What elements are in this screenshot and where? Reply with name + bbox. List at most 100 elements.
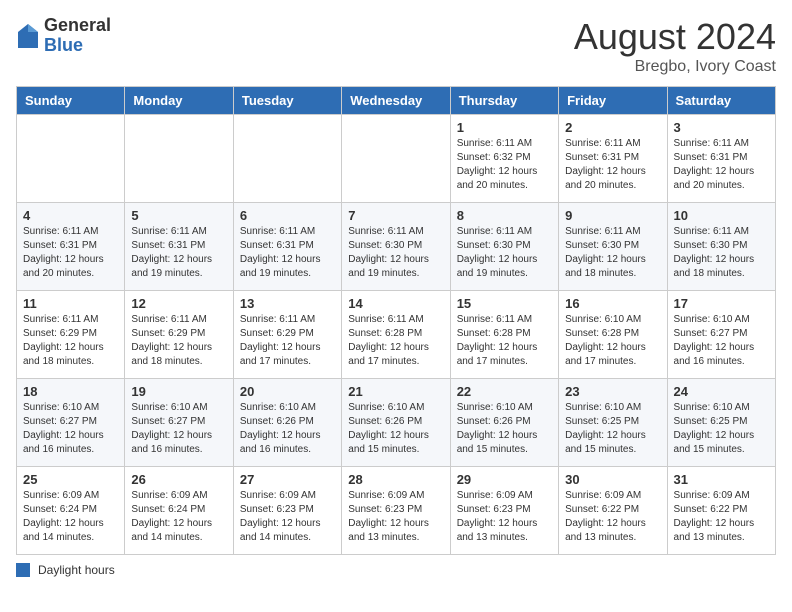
logo-text: General Blue (44, 16, 111, 56)
day-detail: Sunrise: 6:11 AM Sunset: 6:29 PM Dayligh… (23, 313, 118, 369)
calendar-header-row: SundayMondayTuesdayWednesdayThursdayFrid… (17, 87, 776, 115)
day-detail: Sunrise: 6:10 AM Sunset: 6:27 PM Dayligh… (23, 401, 118, 457)
day-number: 17 (674, 296, 769, 311)
table-row: 3 Sunrise: 6:11 AM Sunset: 6:31 PM Daylig… (667, 115, 775, 203)
logo-blue-text: Blue (44, 36, 111, 56)
table-row: 4 Sunrise: 6:11 AM Sunset: 6:31 PM Daylig… (17, 203, 125, 291)
location-subtitle: Bregbo, Ivory Coast (574, 58, 776, 76)
table-row: 30 Sunrise: 6:09 AM Sunset: 6:22 PM Dayli… (559, 467, 667, 555)
day-number: 12 (131, 296, 226, 311)
day-number: 31 (674, 472, 769, 487)
logo: General Blue (16, 16, 111, 56)
logo-general-text: General (44, 16, 111, 36)
day-detail: Sunrise: 6:10 AM Sunset: 6:26 PM Dayligh… (348, 401, 443, 457)
calendar-week-row: 4 Sunrise: 6:11 AM Sunset: 6:31 PM Daylig… (17, 203, 776, 291)
day-number: 24 (674, 384, 769, 399)
table-row: 12 Sunrise: 6:11 AM Sunset: 6:29 PM Dayli… (125, 291, 233, 379)
day-number: 10 (674, 208, 769, 223)
calendar-day-header: Monday (125, 87, 233, 115)
table-row: 14Sunrise: 6:11 AM Sunset: 6:28 PM Dayli… (342, 291, 450, 379)
day-number: 7 (348, 208, 443, 223)
day-detail: Sunrise: 6:11 AM Sunset: 6:31 PM Dayligh… (23, 225, 118, 281)
calendar-day-header: Tuesday (233, 87, 341, 115)
day-number: 15 (457, 296, 552, 311)
day-detail: Sunrise: 6:10 AM Sunset: 6:26 PM Dayligh… (457, 401, 552, 457)
day-detail: Sunrise: 6:11 AM Sunset: 6:28 PM Dayligh… (348, 313, 443, 369)
day-detail: Sunrise: 6:09 AM Sunset: 6:23 PM Dayligh… (348, 489, 443, 545)
day-number: 4 (23, 208, 118, 223)
day-number: 16 (565, 296, 660, 311)
day-number: 19 (131, 384, 226, 399)
page-header: General Blue August 2024 Bregbo, Ivory C… (16, 16, 776, 76)
day-number: 27 (240, 472, 335, 487)
calendar-day-header: Saturday (667, 87, 775, 115)
day-number: 11 (23, 296, 118, 311)
calendar-week-row: 25 Sunrise: 6:09 AM Sunset: 6:24 PM Dayli… (17, 467, 776, 555)
day-detail: Sunrise: 6:11 AM Sunset: 6:30 PM Dayligh… (674, 225, 769, 281)
table-row: 1 Sunrise: 6:11 AM Sunset: 6:32 PM Daylig… (450, 115, 558, 203)
table-row: 9 Sunrise: 6:11 AM Sunset: 6:30 PM Daylig… (559, 203, 667, 291)
day-detail: Sunrise: 6:11 AM Sunset: 6:28 PM Dayligh… (457, 313, 552, 369)
day-number: 22 (457, 384, 552, 399)
day-detail: Sunrise: 6:09 AM Sunset: 6:23 PM Dayligh… (457, 489, 552, 545)
day-number: 6 (240, 208, 335, 223)
table-row: 21 Sunrise: 6:10 AM Sunset: 6:26 PM Dayli… (342, 379, 450, 467)
table-row: 26Sunrise: 6:09 AM Sunset: 6:24 PM Dayli… (125, 467, 233, 555)
day-number: 8 (457, 208, 552, 223)
day-detail: Sunrise: 6:11 AM Sunset: 6:31 PM Dayligh… (131, 225, 226, 281)
day-detail: Sunrise: 6:09 AM Sunset: 6:22 PM Dayligh… (674, 489, 769, 545)
table-row: 16 Sunrise: 6:10 AM Sunset: 6:28 PM Dayli… (559, 291, 667, 379)
day-detail: Sunrise: 6:11 AM Sunset: 6:30 PM Dayligh… (565, 225, 660, 281)
day-detail: Sunrise: 6:11 AM Sunset: 6:29 PM Dayligh… (240, 313, 335, 369)
day-number: 5 (131, 208, 226, 223)
day-detail: Sunrise: 6:10 AM Sunset: 6:28 PM Dayligh… (565, 313, 660, 369)
day-detail: Sunrise: 6:11 AM Sunset: 6:32 PM Dayligh… (457, 137, 552, 193)
day-number: 2 (565, 120, 660, 135)
day-detail: Sunrise: 6:11 AM Sunset: 6:29 PM Dayligh… (131, 313, 226, 369)
calendar-week-row: 1 Sunrise: 6:11 AM Sunset: 6:32 PM Daylig… (17, 115, 776, 203)
table-row: 17 Sunrise: 6:10 AM Sunset: 6:27 PM Dayli… (667, 291, 775, 379)
day-number: 28 (348, 472, 443, 487)
table-row (342, 115, 450, 203)
table-row: 11 Sunrise: 6:11 AM Sunset: 6:29 PM Dayli… (17, 291, 125, 379)
day-number: 9 (565, 208, 660, 223)
calendar-week-row: 11 Sunrise: 6:11 AM Sunset: 6:29 PM Dayli… (17, 291, 776, 379)
logo-icon (16, 22, 40, 50)
day-number: 21 (348, 384, 443, 399)
day-detail: Sunrise: 6:11 AM Sunset: 6:31 PM Dayligh… (565, 137, 660, 193)
day-detail: Sunrise: 6:09 AM Sunset: 6:23 PM Dayligh… (240, 489, 335, 545)
day-detail: Sunrise: 6:11 AM Sunset: 6:30 PM Dayligh… (348, 225, 443, 281)
day-number: 25 (23, 472, 118, 487)
day-detail: Sunrise: 6:09 AM Sunset: 6:22 PM Dayligh… (565, 489, 660, 545)
table-row (233, 115, 341, 203)
table-row: 18 Sunrise: 6:10 AM Sunset: 6:27 PM Dayli… (17, 379, 125, 467)
day-detail: Sunrise: 6:11 AM Sunset: 6:31 PM Dayligh… (674, 137, 769, 193)
table-row: 8Sunrise: 6:11 AM Sunset: 6:30 PM Daylig… (450, 203, 558, 291)
day-number: 30 (565, 472, 660, 487)
calendar-table: SundayMondayTuesdayWednesdayThursdayFrid… (16, 86, 776, 555)
table-row: 25 Sunrise: 6:09 AM Sunset: 6:24 PM Dayli… (17, 467, 125, 555)
day-detail: Sunrise: 6:10 AM Sunset: 6:27 PM Dayligh… (131, 401, 226, 457)
month-year-title: August 2024 (574, 16, 776, 58)
table-row: 6Sunrise: 6:11 AM Sunset: 6:31 PM Daylig… (233, 203, 341, 291)
title-block: August 2024 Bregbo, Ivory Coast (574, 16, 776, 76)
calendar-footer: Daylight hours (16, 563, 776, 577)
day-number: 1 (457, 120, 552, 135)
table-row: 7 Sunrise: 6:11 AM Sunset: 6:30 PM Daylig… (342, 203, 450, 291)
table-row: 22 Sunrise: 6:10 AM Sunset: 6:26 PM Dayli… (450, 379, 558, 467)
day-number: 23 (565, 384, 660, 399)
day-detail: Sunrise: 6:09 AM Sunset: 6:24 PM Dayligh… (23, 489, 118, 545)
day-number: 3 (674, 120, 769, 135)
calendar-week-row: 18 Sunrise: 6:10 AM Sunset: 6:27 PM Dayli… (17, 379, 776, 467)
calendar-day-header: Sunday (17, 87, 125, 115)
table-row: 27 Sunrise: 6:09 AM Sunset: 6:23 PM Dayli… (233, 467, 341, 555)
table-row: 20Sunrise: 6:10 AM Sunset: 6:26 PM Dayli… (233, 379, 341, 467)
day-number: 20 (240, 384, 335, 399)
table-row: 13Sunrise: 6:11 AM Sunset: 6:29 PM Dayli… (233, 291, 341, 379)
day-number: 18 (23, 384, 118, 399)
table-row: 15 Sunrise: 6:11 AM Sunset: 6:28 PM Dayli… (450, 291, 558, 379)
table-row: 23Sunrise: 6:10 AM Sunset: 6:25 PM Dayli… (559, 379, 667, 467)
day-detail: Sunrise: 6:10 AM Sunset: 6:27 PM Dayligh… (674, 313, 769, 369)
calendar-day-header: Friday (559, 87, 667, 115)
table-row: 29Sunrise: 6:09 AM Sunset: 6:23 PM Dayli… (450, 467, 558, 555)
